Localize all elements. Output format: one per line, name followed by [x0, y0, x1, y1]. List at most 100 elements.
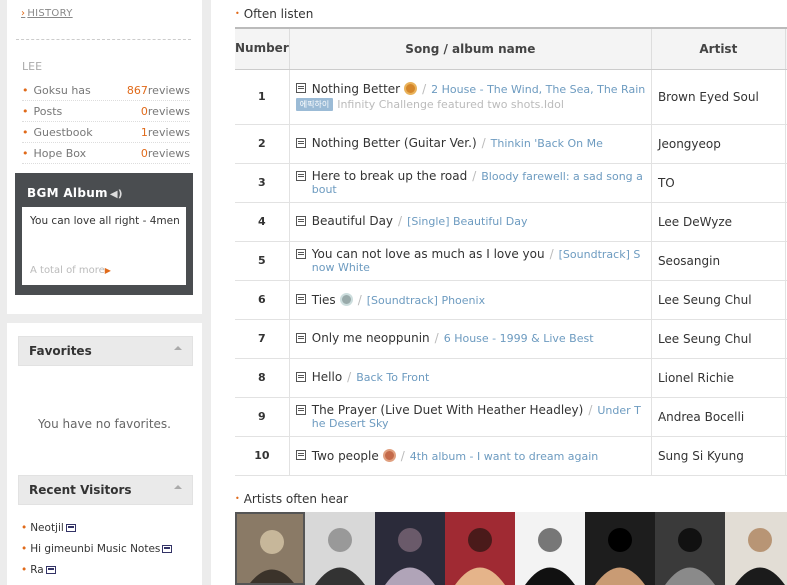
recent-visitors-title: Recent Visitors: [29, 483, 132, 497]
speaker-icon[interactable]: ◀): [110, 189, 123, 200]
stat-row-posts[interactable]: • Posts 0 reviews: [22, 101, 190, 122]
visitor-item[interactable]: • Hi gimeunbi Music Notes: [21, 538, 196, 559]
table-row[interactable]: 4 Beautiful Day / [Single] Beautiful Day L…: [235, 202, 787, 242]
table-row[interactable]: 2 Nothing Better (Guitar Ver.) / Thinkin '…: [235, 124, 787, 164]
lyrics-icon[interactable]: [295, 138, 306, 148]
visitor-name[interactable]: Hi gimeunbi Music Notes: [30, 543, 160, 555]
artist-tag[interactable]: 에픽하이: [295, 98, 334, 111]
separator: /: [588, 402, 593, 417]
album-name[interactable]: 2 House - The Wind, The Sea, The Rain: [431, 83, 645, 96]
stat-label: Guestbook: [33, 125, 93, 139]
album-name[interactable]: [Soundtrack] Phoenix: [367, 294, 485, 307]
song-cell: Ties / [Soundtrack] Phoenix: [288, 280, 652, 320]
table-row[interactable]: 5 You can not love as much as I love you…: [235, 241, 787, 281]
bullet-icon: •: [22, 83, 29, 97]
separator: /: [481, 136, 486, 150]
artist-name[interactable]: Seosangin: [650, 241, 786, 281]
history-link[interactable]: › HISTORY: [21, 8, 73, 19]
row-number: 10: [235, 436, 290, 476]
lyrics-icon[interactable]: [295, 83, 306, 93]
row-number: 6: [235, 280, 290, 320]
sidebar-lower-panel: Favorites You have no favorites. Recent …: [7, 323, 202, 585]
artist-name[interactable]: Lee DeWyze: [650, 202, 786, 242]
song-cell: You can not love as much as I love you /[…: [288, 241, 652, 281]
visitor-item[interactable]: • Ra: [21, 559, 196, 580]
artist-name[interactable]: Lee Seung Chul: [650, 280, 786, 320]
artist-photo-1[interactable]: [235, 512, 305, 585]
lyrics-icon[interactable]: [295, 372, 306, 382]
artist-photo-6[interactable]: [585, 512, 655, 585]
favorites-title: Favorites: [29, 344, 92, 358]
chevron-up-icon[interactable]: [174, 346, 182, 350]
separator: /: [398, 214, 403, 228]
stat-label: Posts: [33, 104, 63, 118]
visitor-name[interactable]: Neotjil: [30, 522, 64, 534]
song-name[interactable]: You can not love as much as I love you: [312, 247, 545, 261]
song-name[interactable]: The Prayer (Live Duet With Heather Headl…: [312, 403, 584, 417]
history-label[interactable]: HISTORY: [27, 8, 72, 19]
artists-often-label: Artists often hear: [243, 492, 349, 506]
chevron-up-icon[interactable]: [174, 485, 182, 489]
lyrics-icon[interactable]: [295, 216, 306, 226]
visitor-name[interactable]: Ra: [30, 564, 44, 576]
song-name[interactable]: Ties: [312, 293, 336, 307]
bgm-song[interactable]: You can love all right - 4men: [30, 215, 180, 227]
song-cell: Hello / Back To Front: [288, 358, 652, 398]
artist-photo-4[interactable]: [445, 512, 515, 585]
lyrics-icon[interactable]: [295, 449, 306, 460]
artist-photo-5[interactable]: [515, 512, 585, 585]
table-row[interactable]: 7 Only me neoppunin / 6 House - 1999 & Liv…: [235, 319, 787, 359]
lyrics-icon[interactable]: [295, 404, 306, 415]
row-number: 4: [235, 202, 290, 242]
stat-count: 1: [140, 125, 148, 139]
lyrics-icon[interactable]: [295, 170, 306, 181]
artist-photo-2[interactable]: [305, 512, 375, 585]
song-name[interactable]: Nothing Better: [312, 82, 400, 96]
favorites-header[interactable]: Favorites: [18, 336, 193, 366]
stat-row-hope-box[interactable]: • Hope Box 0 reviews: [22, 143, 190, 164]
artist-name[interactable]: TO: [650, 163, 786, 203]
lyrics-icon[interactable]: [295, 293, 306, 304]
album-name[interactable]: Thinkin 'Back On Me: [491, 137, 603, 150]
table-row[interactable]: 10 Two people / 4th album - I want to drea…: [235, 436, 787, 476]
song-name[interactable]: Beautiful Day: [312, 214, 393, 228]
album-name[interactable]: 4th album - I want to dream again: [410, 450, 598, 463]
window-icon[interactable]: [162, 544, 173, 553]
stat-label: Hope Box: [33, 146, 87, 160]
stat-row-reviews[interactable]: • Goksu has 867 reviews: [22, 80, 190, 101]
artist-photo-3[interactable]: [375, 512, 445, 585]
artist-name[interactable]: Andrea Bocelli: [650, 397, 786, 437]
artist-name[interactable]: Jeongyeop: [650, 124, 786, 164]
album-name[interactable]: 6 House - 1999 & Live Best: [444, 332, 594, 345]
stat-row-guestbook[interactable]: • Guestbook 1 reviews: [22, 122, 190, 143]
visitor-item[interactable]: • Neotjil: [21, 517, 196, 538]
artist-name[interactable]: Lionel Richie: [650, 358, 786, 398]
lyrics-icon[interactable]: [295, 333, 306, 343]
song-cell: Beautiful Day / [Single] Beautiful Day: [288, 202, 652, 242]
album-name[interactable]: Back To Front: [356, 371, 429, 384]
artist-photo-8[interactable]: [725, 512, 787, 585]
album-name[interactable]: [Single] Beautiful Day: [407, 215, 527, 228]
artist-photo-7[interactable]: [655, 512, 725, 585]
window-icon[interactable]: [45, 565, 56, 574]
song-cell: Only me neoppunin / 6 House - 1999 & Live …: [288, 319, 652, 359]
table-row[interactable]: 6 Ties / [Soundtrack] Phoenix Lee Seung Ch…: [235, 280, 787, 320]
song-name[interactable]: Here to break up the road: [312, 169, 467, 183]
window-icon[interactable]: [65, 523, 76, 532]
separator: /: [434, 331, 439, 345]
lyrics-icon[interactable]: [295, 248, 306, 259]
recent-visitors-header[interactable]: Recent Visitors: [18, 475, 193, 505]
table-row[interactable]: 1 Nothing Better / 2 House - The Wind, The…: [235, 69, 787, 125]
song-name[interactable]: Two people: [312, 449, 379, 463]
table-row[interactable]: 9 The Prayer (Live Duet With Heather Hea…: [235, 397, 787, 437]
bgm-more-link[interactable]: A total of more▶: [30, 265, 111, 276]
bgm-more-label[interactable]: A total of more: [30, 265, 105, 276]
table-row[interactable]: 8 Hello / Back To Front Lionel Richie: [235, 358, 787, 398]
artist-name[interactable]: Sung Si Kyung: [650, 436, 786, 476]
artist-name[interactable]: Brown Eyed Soul: [650, 69, 786, 125]
table-row[interactable]: 3 Here to break up the road / Bloody farew…: [235, 163, 787, 203]
artist-name[interactable]: Lee Seung Chul: [650, 319, 786, 359]
song-name[interactable]: Only me neoppunin: [312, 331, 430, 345]
song-name[interactable]: Hello: [312, 370, 342, 384]
song-name[interactable]: Nothing Better (Guitar Ver.): [312, 136, 477, 150]
